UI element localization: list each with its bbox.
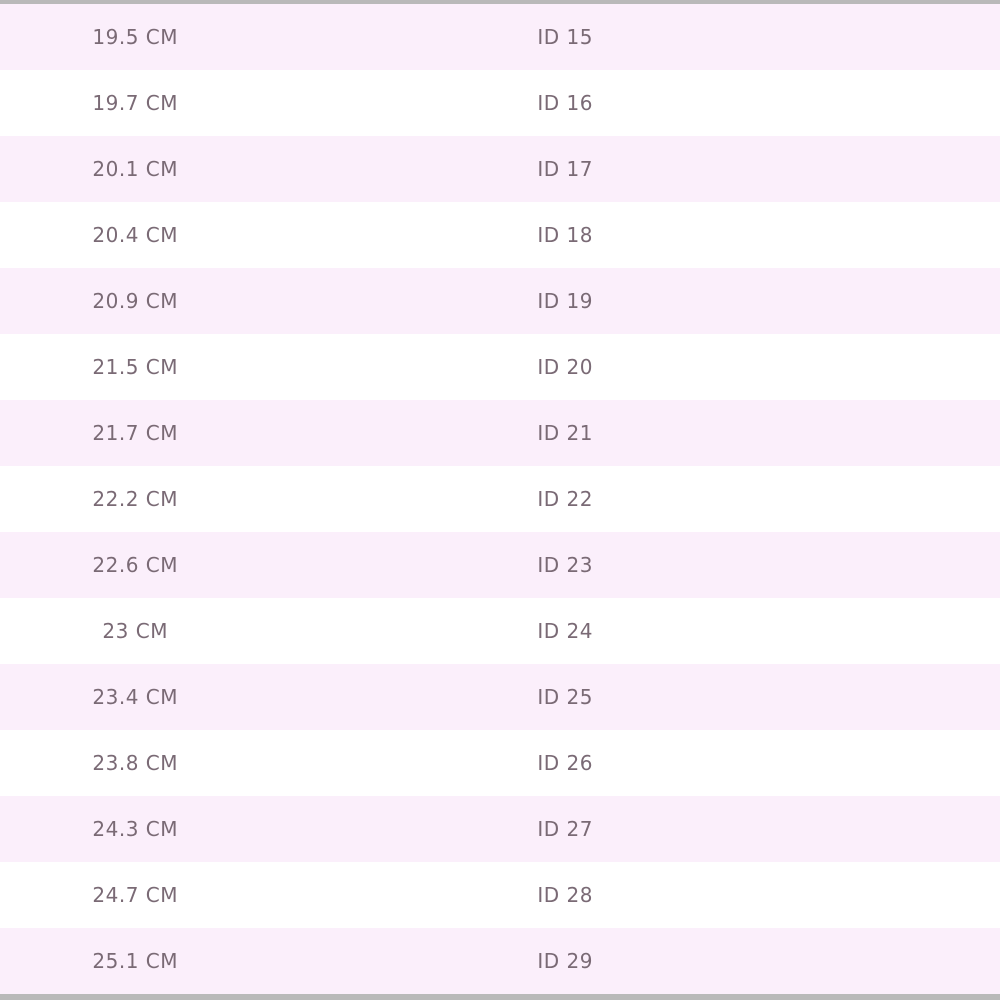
- size-id-cell: ID 25: [537, 685, 593, 709]
- table-row: 24.3 CM ID 27: [0, 796, 1000, 862]
- table-row: 19.7 CM ID 16: [0, 70, 1000, 136]
- size-id-cell: ID 27: [537, 817, 593, 841]
- table-row: 19.5 CM ID 15: [0, 4, 1000, 70]
- table-row: 23 CM ID 24: [0, 598, 1000, 664]
- size-id-cell: ID 29: [537, 949, 593, 973]
- size-id-cell: ID 21: [537, 421, 593, 445]
- size-id-cell: ID 16: [537, 91, 593, 115]
- table-row: 21.5 CM ID 20: [0, 334, 1000, 400]
- table-row: 20.4 CM ID 18: [0, 202, 1000, 268]
- table-row: 23.4 CM ID 25: [0, 664, 1000, 730]
- size-id-cell: ID 22: [537, 487, 593, 511]
- size-id-cell: ID 28: [537, 883, 593, 907]
- size-id-cell: ID 24: [537, 619, 593, 643]
- size-id-cell: ID 18: [537, 223, 593, 247]
- table-row: 20.1 CM ID 17: [0, 136, 1000, 202]
- size-id-cell: ID 17: [537, 157, 593, 181]
- size-id-cell: ID 15: [537, 25, 593, 49]
- table-row: 25.1 CM ID 29: [0, 928, 1000, 994]
- size-chart-frame: 19.5 CM ID 15 19.7 CM ID 16 20.1 CM ID 1…: [0, 0, 1000, 1000]
- size-id-cell: ID 20: [537, 355, 593, 379]
- size-table: 19.5 CM ID 15 19.7 CM ID 16 20.1 CM ID 1…: [0, 4, 1000, 994]
- table-row: 23.8 CM ID 26: [0, 730, 1000, 796]
- table-row: 22.2 CM ID 22: [0, 466, 1000, 532]
- table-row: 21.7 CM ID 21: [0, 400, 1000, 466]
- size-id-cell: ID 26: [537, 751, 593, 775]
- table-row: 22.6 CM ID 23: [0, 532, 1000, 598]
- size-id-cell: ID 23: [537, 553, 593, 577]
- table-row: 20.9 CM ID 19: [0, 268, 1000, 334]
- table-row: 24.7 CM ID 28: [0, 862, 1000, 928]
- size-id-cell: ID 19: [537, 289, 593, 313]
